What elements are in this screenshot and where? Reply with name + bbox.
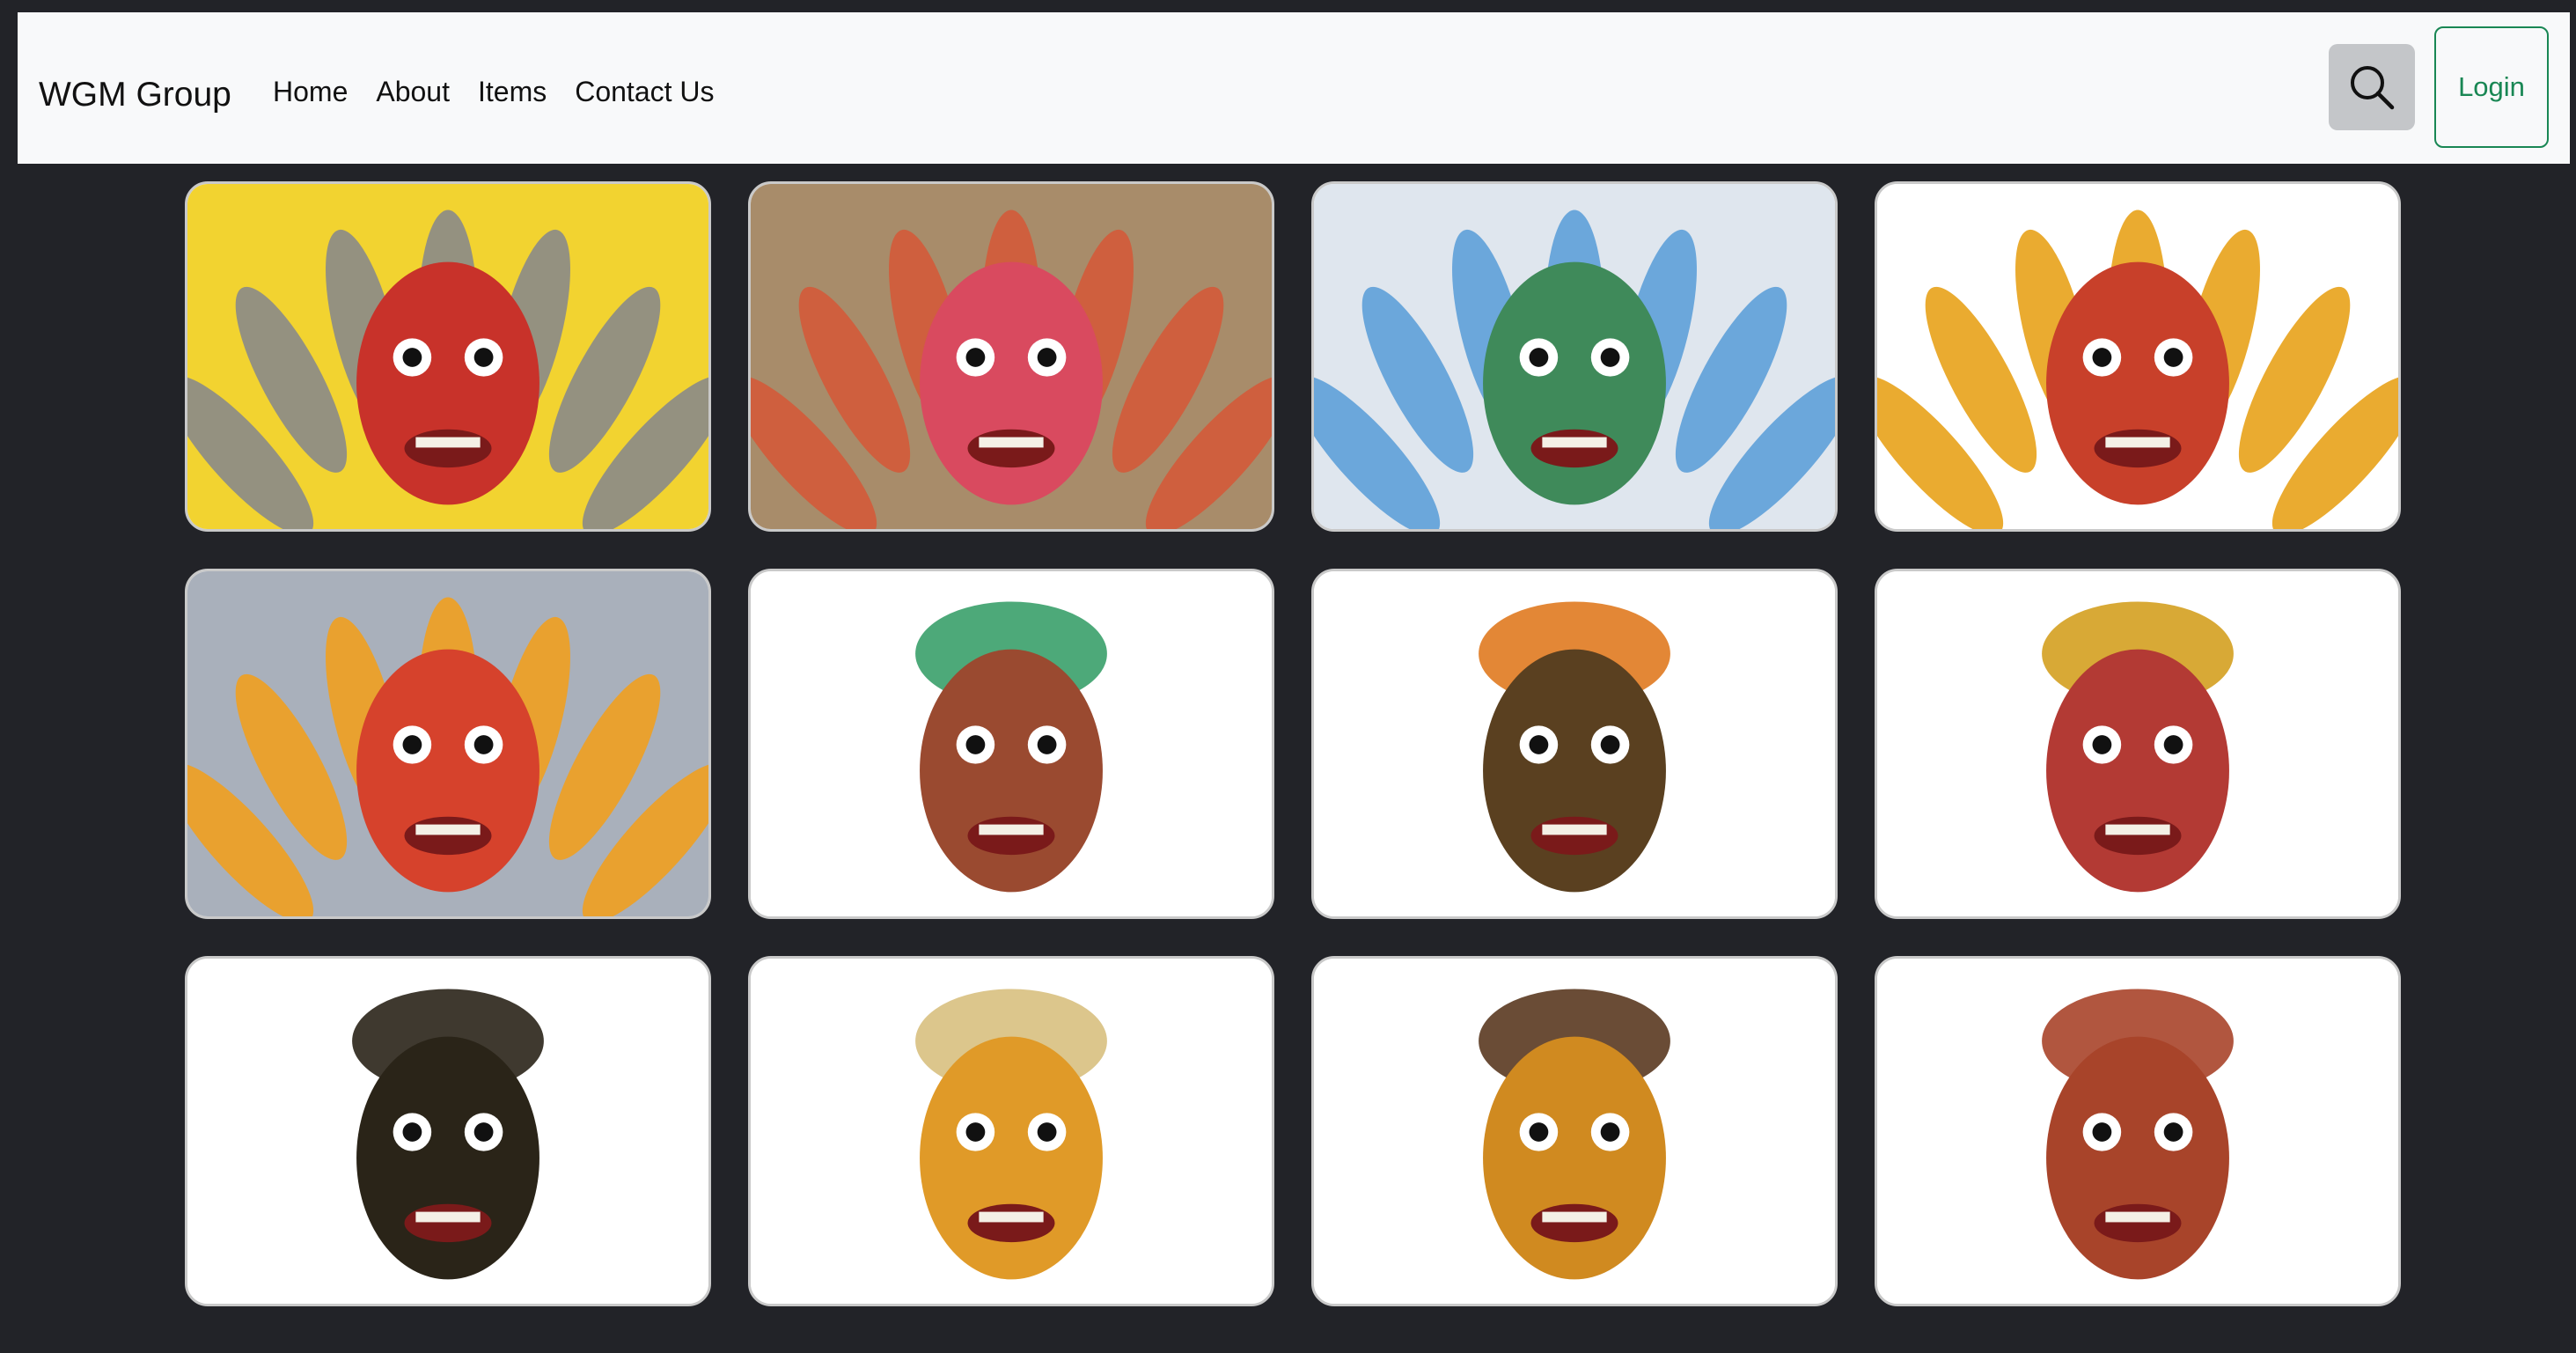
search-icon [2351,66,2395,110]
brand-logo[interactable]: WGM Group [39,76,231,114]
mask-image [751,959,1272,1304]
search-button[interactable] [2329,44,2415,130]
nav-link-about[interactable]: About [376,76,450,108]
login-button[interactable]: Login [2434,26,2549,148]
gallery-card[interactable] [1311,956,1838,1306]
gallery-card[interactable] [1875,956,2401,1306]
mask-image [1314,571,1835,916]
mask-image [1314,184,1835,529]
gallery-card[interactable] [748,569,1274,919]
mask-image [1877,571,2398,916]
gallery-card[interactable] [1875,569,2401,919]
mask-image [1877,184,2398,529]
nav-link-items[interactable]: Items [478,76,547,108]
gallery-card[interactable] [185,569,711,919]
mask-image [1314,959,1835,1304]
gallery-card[interactable] [185,956,711,1306]
nav-links: Home About Items Contact Us [273,76,743,108]
mask-image [187,184,708,529]
navbar: WGM Group Home About Items Contact Us Lo… [18,12,2570,164]
gallery-card[interactable] [748,181,1274,532]
mask-image [1877,959,2398,1304]
gallery-card[interactable] [748,956,1274,1306]
nav-link-home[interactable]: Home [273,76,348,108]
mask-image [751,571,1272,916]
gallery-card[interactable] [1875,181,2401,532]
mask-gallery [185,181,2403,1306]
mask-image [751,184,1272,529]
mask-image [187,571,708,916]
gallery-card[interactable] [185,181,711,532]
nav-link-contact[interactable]: Contact Us [575,76,714,108]
mask-image [187,959,708,1304]
gallery-card[interactable] [1311,569,1838,919]
gallery-card[interactable] [1311,181,1838,532]
